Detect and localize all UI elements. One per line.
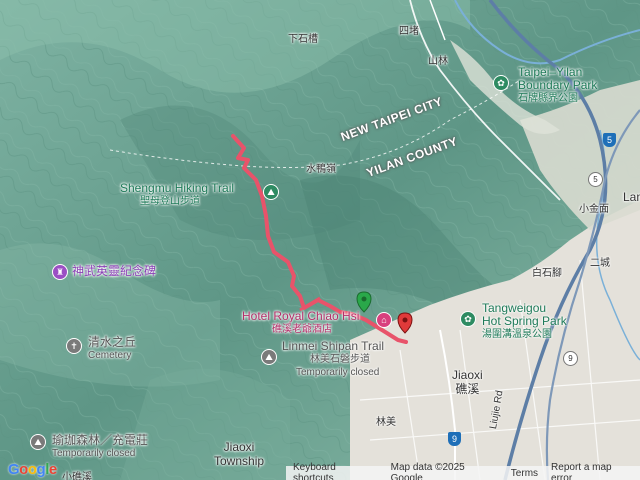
place-label: 小金面 xyxy=(579,204,609,215)
poi-label-en2: Boundary Park xyxy=(518,78,598,92)
google-logo: Google xyxy=(8,461,57,478)
poi-label-zh: 聖母登山步道 xyxy=(140,196,200,207)
route-shield: 9 xyxy=(563,351,578,366)
hiking-icon[interactable]: ⛰ xyxy=(263,184,279,200)
poi-linmei[interactable]: Linmei Shipan Trail 林美石磐步道 Temporarily c… xyxy=(282,340,384,379)
poi-qingshui[interactable]: 清水之丘 Cemetery xyxy=(88,336,136,362)
poi-label-en2: Hot Spring Park xyxy=(482,314,567,328)
poi-label-en: Cemetery xyxy=(88,350,132,361)
poi-status: Temporarily closed xyxy=(52,448,136,459)
poi-hotel[interactable]: Hotel Royal Chiao Hsi 礁溪老爺酒店 xyxy=(242,310,359,336)
place-label: 山林 xyxy=(428,56,448,67)
poi-label-zh: 清水之丘 xyxy=(88,335,137,349)
poi-status: Temporarily closed xyxy=(296,367,380,378)
poi-yuqie[interactable]: 瑜珈森林／充電莊 Temporarily closed xyxy=(52,434,148,460)
park-icon[interactable]: ✿ xyxy=(460,311,476,327)
town-label: Township xyxy=(214,454,265,468)
poi-label-zh: 湯圍溝溫泉公園 xyxy=(482,329,552,340)
poi-shenwu[interactable]: 神武英靈紀念碑 xyxy=(72,265,156,278)
poi-label-en: Hotel Royal Chiao Hsi xyxy=(242,309,360,323)
town-label-zh: 礁溪 xyxy=(455,382,480,396)
poi-label-zh: 林美石磐步道 xyxy=(310,354,370,365)
poi-tangweigou[interactable]: Tangweigou Hot Spring Park 湯圍溝溫泉公園 xyxy=(482,302,567,341)
route-shield: 5 xyxy=(588,172,603,187)
place-label: 水鴨嶺 xyxy=(306,164,336,175)
town-jiaoxi-township: Jiaoxi Township xyxy=(214,440,264,468)
memorial-icon[interactable]: ♜ xyxy=(52,264,68,280)
map-canvas[interactable]: 下石槽 四堵 山林 水鴨嶺 白石腳 二城 小金面 林美 小礁溪 Liujie R… xyxy=(0,0,640,480)
place-label: Lan xyxy=(623,190,640,204)
map-data-attribution: Map data ©2025 Google xyxy=(390,462,465,480)
park-icon[interactable]: ✿ xyxy=(493,75,509,91)
poi-label-zh: 礁溪老爺酒店 xyxy=(272,324,332,335)
place-label: 小礁溪 xyxy=(62,472,92,480)
highway-shield: 9 xyxy=(448,432,461,446)
poi-shengmu[interactable]: Shengmu Hiking Trail 聖母登山步道 xyxy=(120,182,234,208)
poi-label-en: Shengmu Hiking Trail xyxy=(120,181,235,195)
poi-label-en: Linmei Shipan Trail xyxy=(282,339,385,353)
map-footer: Keyboard shortcuts Map data ©2025 Google… xyxy=(286,462,640,480)
place-label: 下石槽 xyxy=(288,34,318,45)
poi-label-zh: 石牌縣界公園 xyxy=(518,93,578,104)
poi-label-zh: 瑜珈森林／充電莊 xyxy=(52,433,149,447)
terms-link[interactable]: Terms xyxy=(511,468,538,479)
report-error-link[interactable]: Report a map error xyxy=(551,462,634,480)
town-label-en: Jiaoxi xyxy=(452,368,483,382)
keyboard-shortcuts-link[interactable]: Keyboard shortcuts xyxy=(293,462,378,480)
highway-shield: 5 xyxy=(603,133,616,147)
town-jiaoxi: Jiaoxi 礁溪 xyxy=(452,368,483,396)
place-label: 白石腳 xyxy=(532,268,562,279)
cemetery-icon[interactable]: ✝ xyxy=(66,338,82,354)
hotel-icon[interactable]: ⌂ xyxy=(376,312,392,328)
hiking-icon[interactable]: ⛰ xyxy=(30,434,46,450)
place-label: 四堵 xyxy=(399,26,419,37)
hiking-icon[interactable]: ⛰ xyxy=(261,349,277,365)
place-label: 林美 xyxy=(376,417,396,428)
town-label: Jiaoxi xyxy=(223,440,255,454)
poi-boundary-park[interactable]: Taipei–Yilan Boundary Park 石牌縣界公園 xyxy=(518,66,597,105)
place-label: 二城 xyxy=(590,258,610,269)
